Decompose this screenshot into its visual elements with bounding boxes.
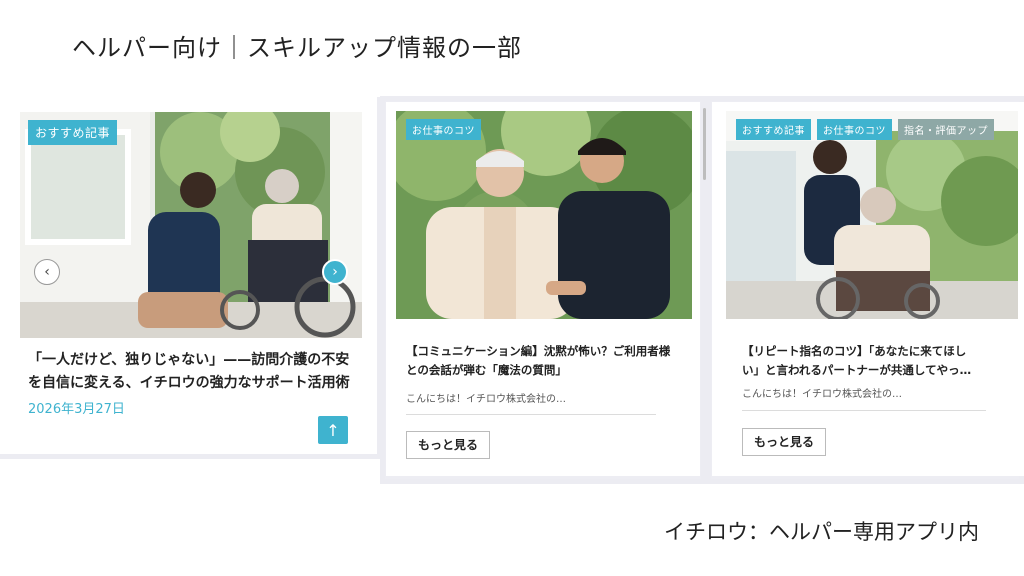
carousel-next-button[interactable]: › [322,259,348,285]
article-title[interactable]: 【リピート指名のコツ】「あなたに来てほしい」と言われるパートナーが共通してやっ… [742,342,982,380]
article-excerpt: こんにちは！イチロウ株式会社の… [406,394,566,405]
tag[interactable]: おすすめ記事 [28,120,118,145]
divider [742,410,986,411]
read-more-button[interactable]: もっと見る [742,428,826,456]
read-more-button[interactable]: もっと見る [406,431,490,459]
article-date: 2026年3月27日 [28,402,125,417]
article-card-1[interactable]: おすすめ記事 ‹ › 「一人だけど、独りじゃない」——訪問介護の不安を自信に変え… [0,97,382,459]
tag-list: おすすめ記事 お仕事のコツ 指名・評価アップ [736,119,994,140]
tag[interactable]: おすすめ記事 [736,119,811,140]
article-title[interactable]: 「一人だけど、独りじゃない」——訪問介護の不安を自信に変える、イチロウの強力なサ… [28,349,358,395]
scroll-top-button[interactable]: ↑ [318,416,348,444]
article-photo-3[interactable] [726,111,1018,319]
arrow-up-icon: ↑ [326,420,340,440]
tag[interactable]: お仕事のコツ [817,119,892,140]
article-card-2[interactable]: お仕事のコツ 【コミュニケーション編】沈黙が怖い？ご利用者様との会話が弾む「魔法… [380,96,706,484]
article-card-3[interactable]: おすすめ記事 お仕事のコツ 指名・評価アップ 【リピート指名のコツ】「あなたに来… [706,96,1024,484]
article-excerpt: こんにちは！イチロウ株式会社の… [742,389,902,400]
carousel-prev-button[interactable]: ‹ [34,259,60,285]
page-caption: イチロウ：ヘルパー専用アプリ内 [664,520,979,544]
tag[interactable]: お仕事のコツ [406,119,481,140]
tag-list: おすすめ記事 [28,120,118,145]
tag[interactable]: 指名・評価アップ [898,119,994,140]
chevron-left-icon: ‹ [44,264,50,280]
tag-list: お仕事のコツ [406,119,481,140]
article-photo-2[interactable] [396,111,692,319]
article-photo-1[interactable] [20,112,362,338]
page-heading: ヘルパー向け｜スキルアップ情報の一部 [72,34,522,62]
divider [406,414,656,415]
article-title[interactable]: 【コミュニケーション編】沈黙が怖い？ご利用者様との会話が弾む「魔法の質問」 [406,342,676,380]
chevron-right-icon: › [332,264,338,280]
